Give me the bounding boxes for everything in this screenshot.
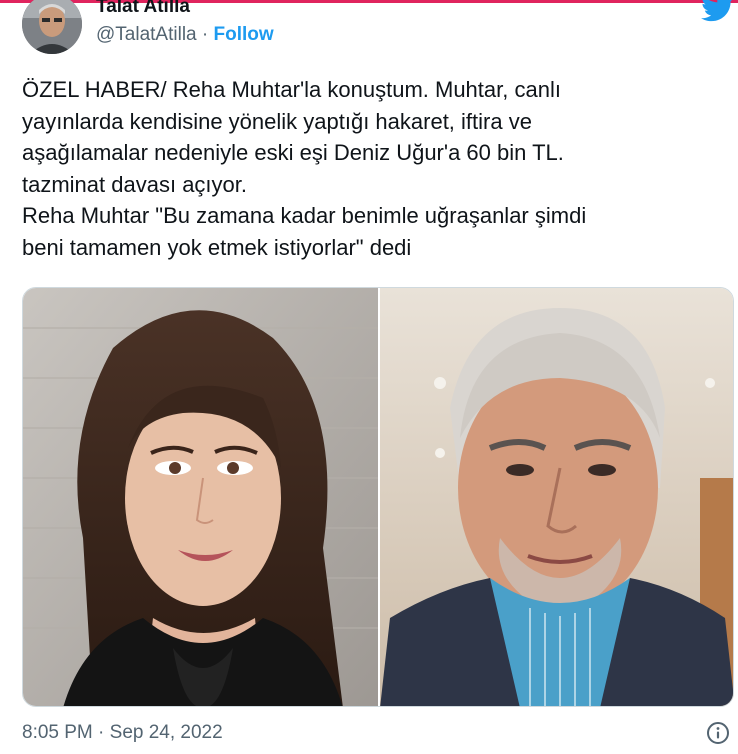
author-handle[interactable]: @TalatAtilla bbox=[96, 24, 197, 45]
tweet-media bbox=[22, 287, 734, 707]
tweet-header: Talat Atilla @TalatAtilla · Follow bbox=[0, 0, 738, 60]
tweet-text-line: beni tamamen yok etmek istiyorlar" dedi bbox=[22, 234, 412, 260]
tweet-text-line: aşağılamalar nedeniyle eski eşi Deniz Uğ… bbox=[22, 140, 564, 165]
twitter-bird-icon[interactable] bbox=[700, 0, 736, 22]
author-name[interactable]: Talat Atilla bbox=[96, 0, 190, 18]
photo-woman[interactable] bbox=[23, 288, 378, 706]
follow-button[interactable]: Follow bbox=[214, 24, 274, 45]
separator-dot: · bbox=[201, 24, 209, 45]
tweet-text: ÖZEL HABER/ Reha Muhtar'la konuştum. Muh… bbox=[22, 74, 722, 263]
tweet-text-line: tazminat davası açıyor. bbox=[22, 171, 247, 197]
tweet-timestamp[interactable]: 8:05 PM · Sep 24, 2022 bbox=[22, 722, 223, 744]
handle-row: @TalatAtilla · Follow bbox=[96, 24, 274, 46]
tweet-text-line: ÖZEL HABER/ Reha Muhtar'la konuştum. Muh… bbox=[22, 77, 561, 102]
info-icon[interactable] bbox=[706, 721, 730, 745]
tweet-text-line: Reha Muhtar "Bu zamana kadar benimle uğr… bbox=[22, 203, 587, 228]
photo-man[interactable] bbox=[380, 288, 733, 706]
avatar[interactable] bbox=[22, 0, 82, 54]
tweet-text-line: yayınlarda kendisine yönelik yaptığı hak… bbox=[22, 108, 532, 134]
